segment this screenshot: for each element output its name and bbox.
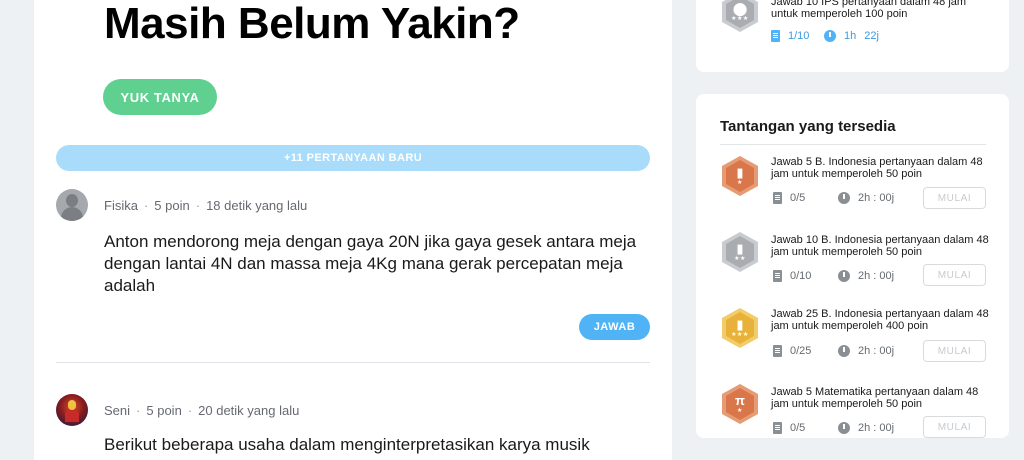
timestamp: 18 detik yang lalu: [206, 198, 308, 213]
sidebar-title: Tantangan yang tersedia: [720, 118, 896, 135]
question-divider: [56, 362, 650, 363]
meta-separator: ·: [136, 403, 141, 418]
challenge-timer: 2h : 00j: [838, 270, 894, 282]
clock-icon: [838, 270, 850, 282]
challenge-description: Jawab 10 B. Indonesia pertanyaan dalam 4…: [771, 234, 989, 258]
ask-question-button[interactable]: YUK TANYA: [103, 79, 217, 115]
question-feed-card: [34, 0, 672, 460]
progress-value: 0/5: [790, 192, 806, 204]
progress-value: 0/5: [790, 422, 806, 434]
subject-link[interactable]: Seni: [104, 403, 130, 418]
challenge-timer: 2h : 00j: [838, 422, 894, 434]
document-icon: [771, 30, 780, 42]
title-divider: [720, 144, 986, 145]
start-challenge-button[interactable]: MULAI: [923, 340, 986, 362]
avatar[interactable]: [56, 394, 88, 426]
challenge-description: Jawab 5 Matematika pertanyaan dalam 48 j…: [771, 386, 979, 410]
clock-icon: [838, 192, 850, 204]
points-label: 5 poin: [146, 403, 182, 418]
challenge-progress: 0/10: [773, 270, 811, 282]
question-meta: Seni · 5 poin · 20 detik yang lalu: [104, 403, 299, 418]
meta-separator: ·: [187, 403, 193, 418]
document-icon: [773, 345, 782, 357]
progress-value: 0/25: [790, 345, 812, 357]
avatar[interactable]: [56, 189, 88, 221]
bookmark-icon: ▮ ★★: [722, 232, 758, 272]
start-challenge-button[interactable]: MULAI: [923, 264, 986, 286]
question-text[interactable]: Anton mendorong meja dengan gaya 20N jik…: [104, 231, 664, 297]
clock-icon: [838, 422, 850, 434]
clock-icon: [838, 345, 850, 357]
challenge-description: Jawab 5 B. Indonesia pertanyaan dalam 48…: [771, 156, 983, 180]
timer-hours: 1h: [844, 30, 857, 42]
challenge-progress: 1/10: [771, 30, 809, 42]
timer-value: 2h : 00j: [858, 345, 895, 357]
timer-value: 2h : 00j: [858, 192, 895, 204]
question-meta: Fisika · 5 poin · 18 detik yang lalu: [104, 198, 307, 213]
timer-value: 2h : 00j: [858, 422, 895, 434]
challenge-progress: 0/5: [773, 422, 805, 434]
timer-minutes: 22j: [864, 30, 879, 42]
challenge-description: Jawab 10 IPS pertanyaan dalam 48 jam unt…: [771, 0, 967, 20]
bookmark-icon: ▮ ★: [722, 156, 758, 196]
challenge-progress: 0/5: [773, 192, 805, 204]
progress-value: 0/10: [790, 270, 812, 282]
document-icon: [773, 422, 782, 434]
answer-button[interactable]: JAWAB: [579, 314, 650, 340]
timestamp: 20 detik yang lalu: [198, 403, 300, 418]
challenge-timer: 2h : 00j: [838, 192, 894, 204]
available-challenges-card: Tantangan yang tersedia ▮ ★ Jawab 5 B. In…: [696, 94, 1009, 438]
progress-value: 1/10: [788, 30, 810, 42]
subject-link[interactable]: Fisika: [104, 198, 138, 213]
challenge-progress: 0/25: [773, 345, 811, 357]
bookmark-icon: ▮ ★★★: [722, 308, 758, 348]
active-challenge-card: ⬤ ★★★ Jawab 10 IPS pertanyaan dalam 48 ja…: [696, 0, 1009, 72]
points-label: 5 poin: [154, 198, 190, 213]
clock-icon: [824, 30, 836, 42]
start-challenge-button[interactable]: MULAI: [923, 416, 986, 438]
badge-icon: ⬤ ★★★: [722, 0, 758, 32]
meta-separator: ·: [143, 198, 149, 213]
pi-icon: π ★: [722, 384, 758, 424]
challenge-timer: 1h 22j: [824, 30, 879, 42]
page-headline: Masih Belum Yakin?: [104, 0, 520, 48]
challenge-timer: 2h : 00j: [838, 345, 894, 357]
question-text[interactable]: Berikut beberapa usaha dalam menginterpr…: [104, 434, 664, 456]
timer-value: 2h : 00j: [858, 270, 895, 282]
document-icon: [773, 270, 782, 282]
new-questions-bar[interactable]: +11 PERTANYAAN BARU: [56, 145, 650, 171]
meta-separator: ·: [195, 198, 201, 213]
challenge-description: Jawab 25 B. Indonesia pertanyaan dalam 4…: [771, 308, 989, 332]
start-challenge-button[interactable]: MULAI: [923, 187, 986, 209]
document-icon: [773, 192, 782, 204]
